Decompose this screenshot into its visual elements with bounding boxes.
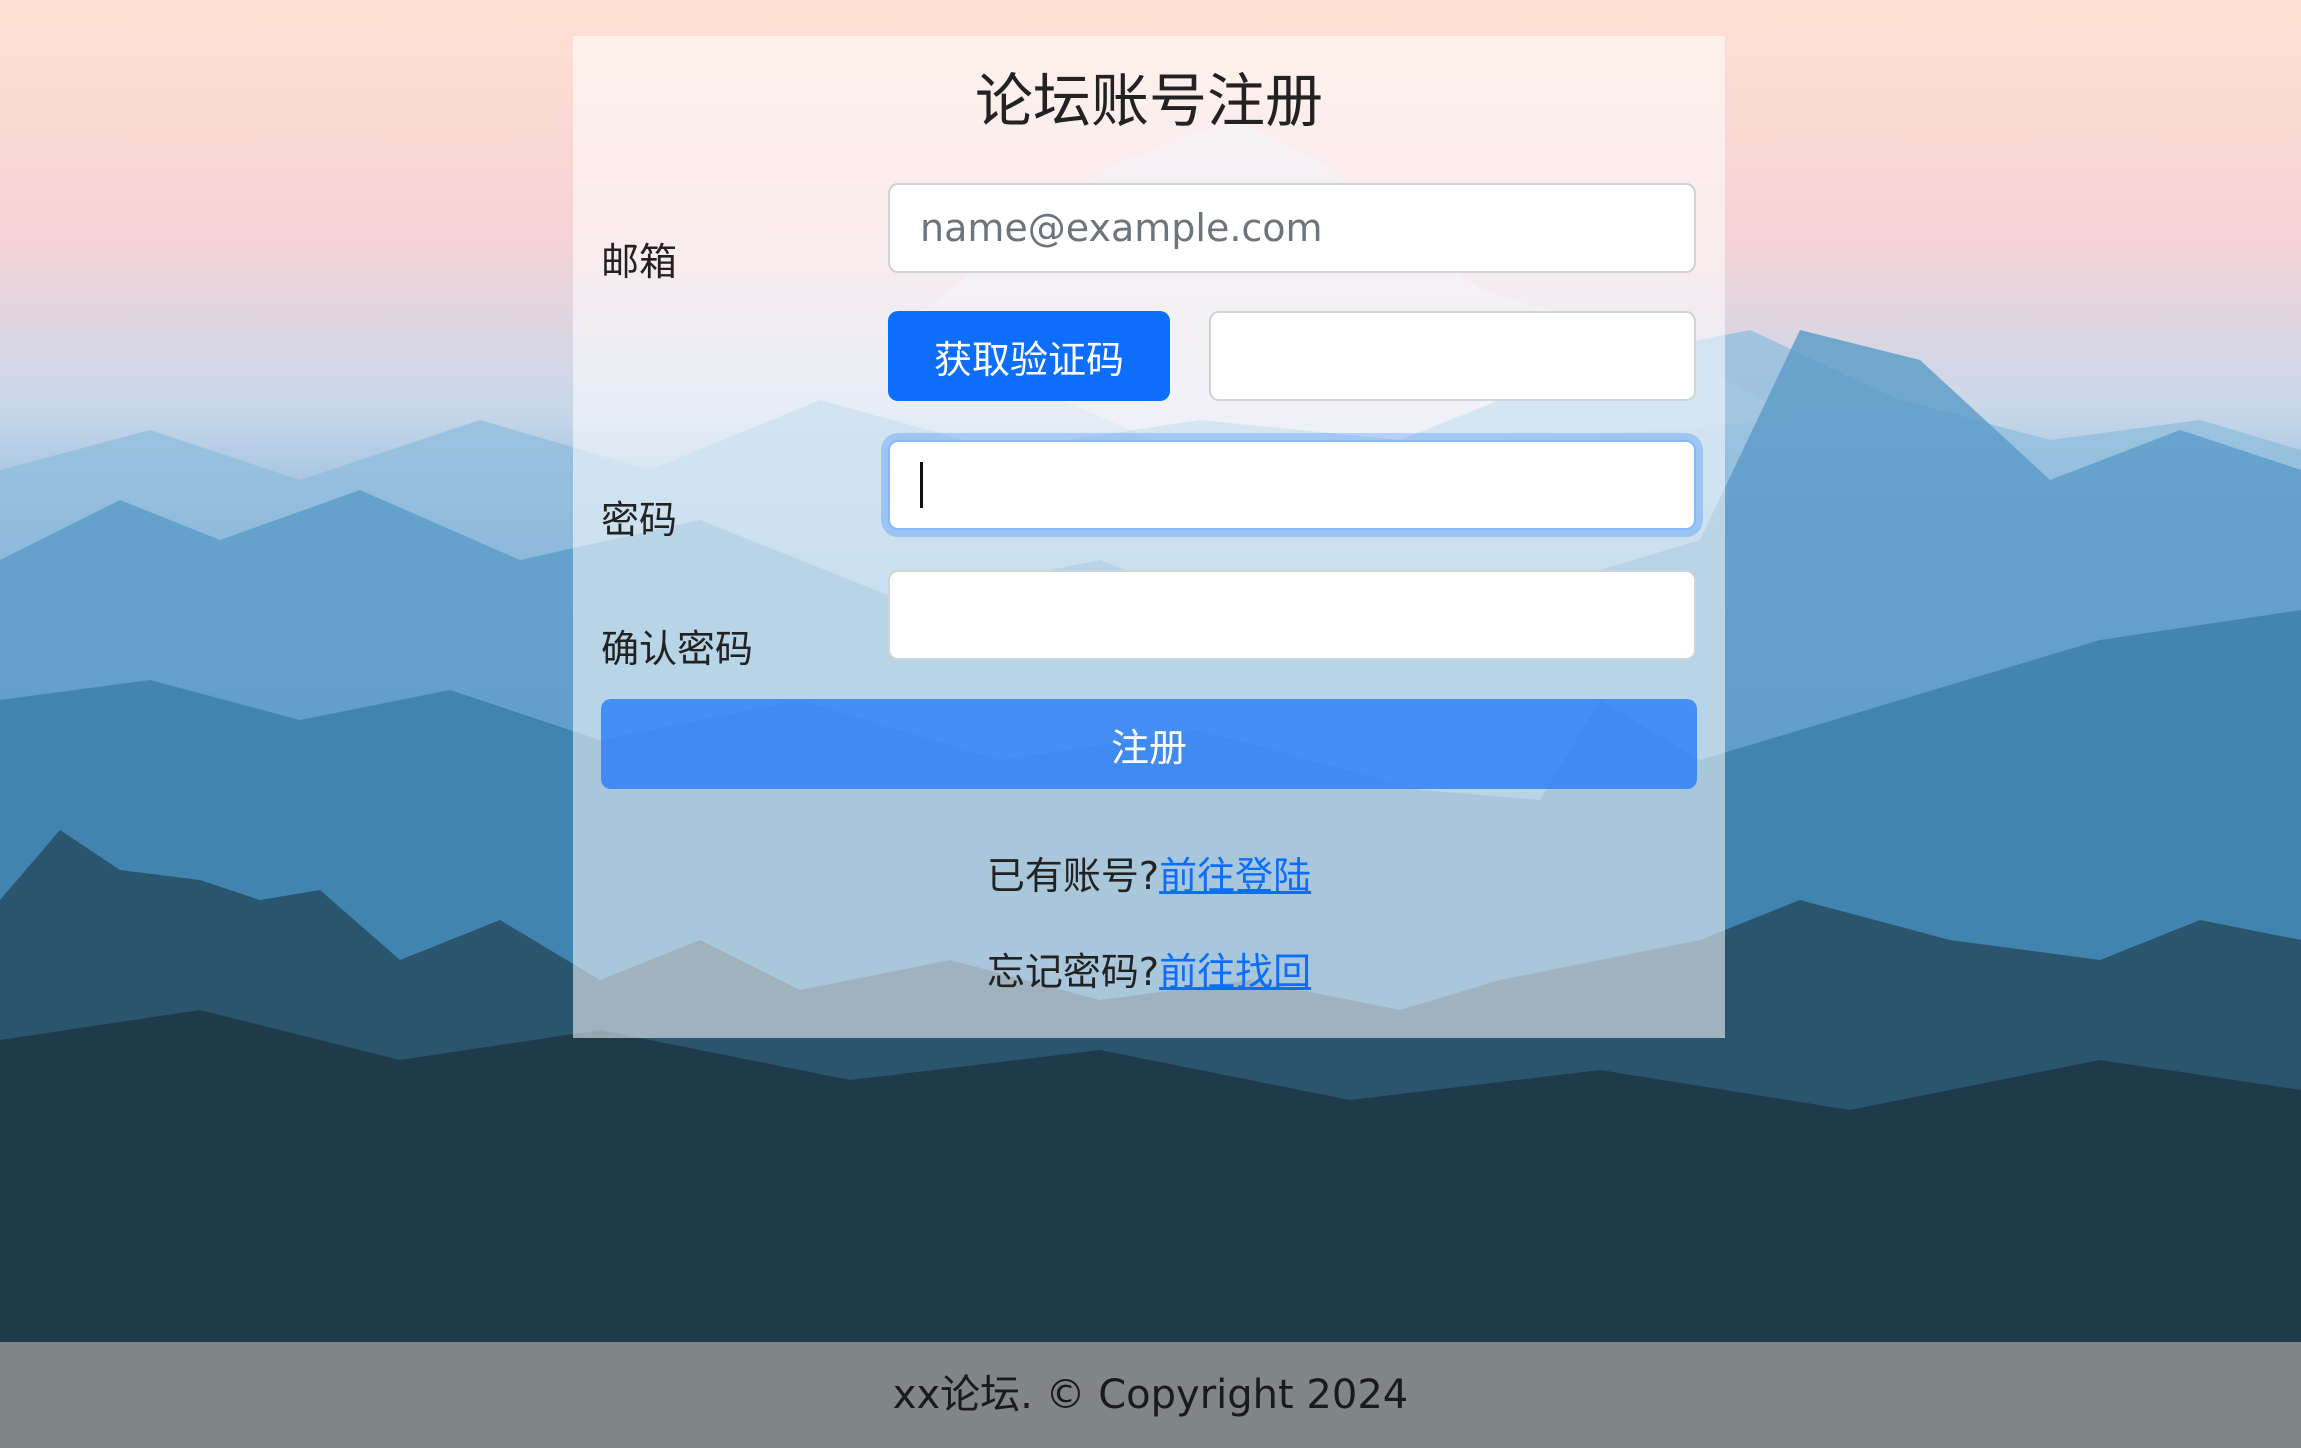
login-prompt: 已有账号?前往登陆 <box>573 852 1725 900</box>
register-card: 论坛账号注册 邮箱 获取验证码 密码 确认密码 注册 已有账号?前往登陆 忘记密… <box>573 36 1725 1038</box>
register-button[interactable]: 注册 <box>601 699 1697 789</box>
confirm-password-input[interactable] <box>888 570 1696 660</box>
forgot-password-text: 忘记密码? <box>986 950 1160 994</box>
footer: xx论坛. © Copyright 2024 <box>0 1342 2301 1448</box>
confirm-password-label: 确认密码 <box>601 627 754 671</box>
password-input[interactable] <box>888 440 1696 530</box>
get-code-button[interactable]: 获取验证码 <box>888 311 1170 401</box>
has-account-text: 已有账号? <box>986 854 1160 898</box>
page-title: 论坛账号注册 <box>974 67 1323 135</box>
text-caret <box>920 462 923 508</box>
login-link[interactable]: 前往登陆 <box>1159 854 1311 898</box>
forgot-prompt: 忘记密码?前往找回 <box>573 948 1725 996</box>
email-label: 邮箱 <box>601 240 678 284</box>
email-input[interactable] <box>888 183 1696 273</box>
recover-link[interactable]: 前往找回 <box>1159 950 1311 994</box>
page: 论坛账号注册 邮箱 获取验证码 密码 确认密码 注册 已有账号?前往登陆 忘记密… <box>0 0 2301 1448</box>
password-label: 密码 <box>601 498 678 542</box>
verification-code-input[interactable] <box>1209 311 1696 401</box>
